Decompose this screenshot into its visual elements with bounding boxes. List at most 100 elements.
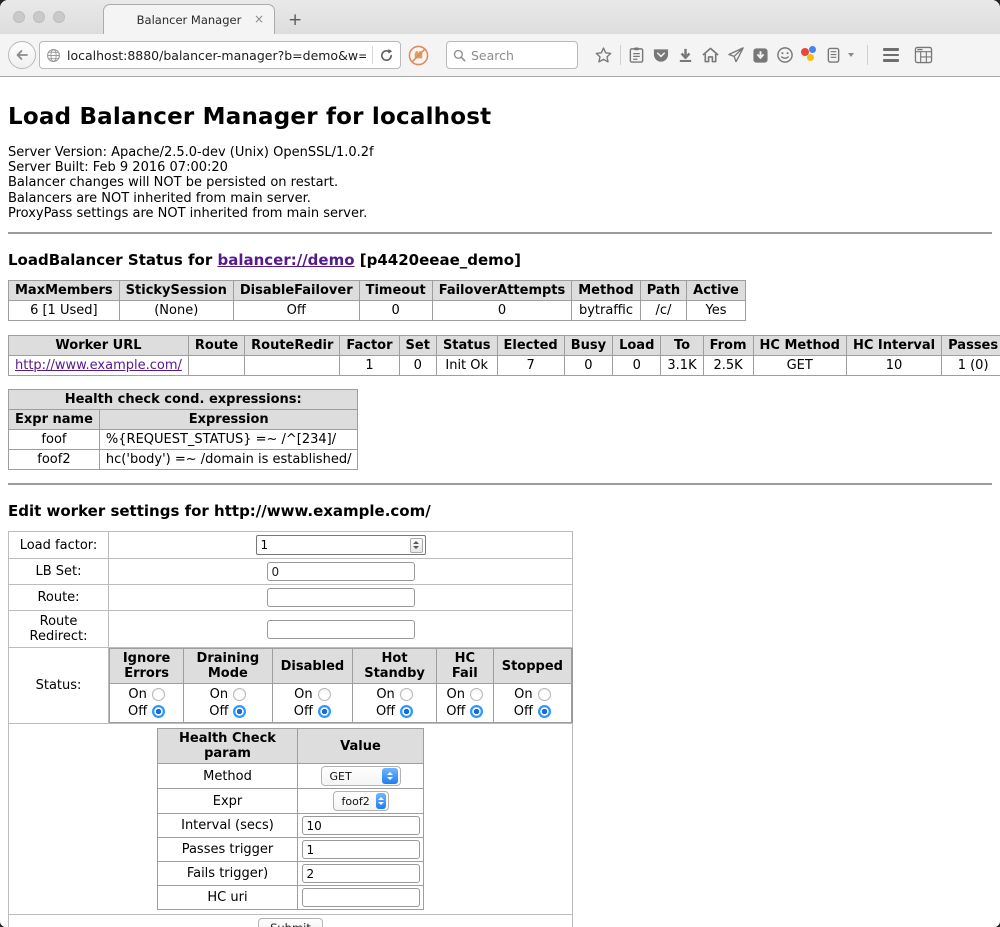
passes-label: Passes trigger — [158, 838, 298, 862]
plugin-blocked-icon[interactable] — [408, 45, 429, 66]
lb-set-input[interactable] — [267, 562, 415, 581]
col-method: Method — [572, 281, 640, 301]
col-expression: Expression — [99, 410, 358, 430]
load-factor-input[interactable] — [257, 537, 410, 553]
form-row-route-redirect: Route Redirect: — [9, 611, 573, 648]
fails-input[interactable] — [302, 864, 420, 883]
interval-input[interactable] — [302, 816, 420, 835]
passes-input[interactable] — [302, 840, 420, 859]
hc-fail-radios: On Off — [436, 684, 493, 723]
number-stepper-icon[interactable] — [410, 538, 423, 553]
loadbalancer-status-heading: LoadBalancer Status for balancer://demo … — [8, 251, 992, 269]
hot-standby-off-radio[interactable] — [400, 705, 413, 718]
apps-grid-icon[interactable] — [914, 46, 933, 64]
dropdown-caret-icon[interactable] — [848, 53, 854, 57]
on-label: On — [447, 686, 465, 703]
home-icon[interactable] — [701, 46, 720, 64]
hc-row-fails: Fails trigger) — [158, 862, 424, 886]
stopped-radios: On Off — [493, 684, 571, 723]
off-label: Off — [376, 703, 395, 720]
col-load: Load — [613, 336, 661, 356]
cell-stickysession: (None) — [119, 301, 233, 321]
menu-icon[interactable] — [883, 48, 899, 62]
form-row-lb-set: LB Set: — [9, 559, 573, 585]
search-icon — [453, 49, 466, 62]
hc-row-expr: Expr foof2 — [158, 789, 424, 814]
stopped-off-radio[interactable] — [538, 705, 551, 718]
fails-label: Fails trigger) — [158, 862, 298, 886]
reading-list-icon[interactable] — [628, 46, 645, 64]
stopped-on-radio[interactable] — [538, 688, 551, 701]
zoom-window-button[interactable] — [53, 11, 65, 23]
col-from: From — [703, 336, 753, 356]
ignore-errors-off-radio[interactable] — [152, 705, 165, 718]
minimize-window-button[interactable] — [33, 11, 45, 23]
route-label: Route: — [9, 585, 109, 611]
divider — [8, 483, 992, 485]
on-label: On — [210, 686, 228, 703]
cell-active: Yes — [687, 301, 746, 321]
ignore-errors-on-radio[interactable] — [152, 688, 165, 701]
url-input[interactable] — [67, 48, 366, 63]
method-select[interactable]: GET — [321, 766, 401, 786]
hc-uri-input[interactable] — [302, 888, 420, 907]
bookmark-star-icon[interactable] — [594, 46, 613, 65]
back-button[interactable] — [8, 41, 36, 69]
search-bar[interactable] — [446, 41, 578, 69]
expr-row: foof %{REQUEST_STATUS} =~ /^[234]/ — [9, 430, 358, 450]
route-input[interactable] — [267, 588, 415, 607]
hc-fail-on-radio[interactable] — [470, 688, 483, 701]
close-window-button[interactable] — [13, 11, 25, 23]
col-hc-value: Value — [298, 729, 424, 764]
page-content: Load Balancer Manager for localhost Serv… — [0, 77, 1000, 927]
col-passes: Passes — [942, 336, 1000, 356]
draining-mode-on-radio[interactable] — [233, 688, 246, 701]
expr-select[interactable]: foof2 — [333, 791, 389, 811]
tab-balancer-manager[interactable]: Balancer Manager × — [103, 4, 275, 34]
pocket-icon[interactable] — [652, 47, 670, 64]
downloads-panel-icon[interactable] — [752, 47, 769, 64]
cell-set: 0 — [399, 356, 436, 376]
col-stopped: Stopped — [493, 649, 571, 684]
cell-route — [188, 356, 244, 376]
url-bar[interactable] — [39, 41, 401, 69]
edit-worker-heading: Edit worker settings for http://www.exam… — [8, 502, 992, 520]
ignore-errors-radios: On Off — [110, 684, 184, 723]
route-redirect-input[interactable] — [267, 620, 415, 639]
cell-timeout: 0 — [359, 301, 432, 321]
submit-button[interactable]: Submit — [258, 918, 323, 927]
form-row-submit: Submit — [9, 915, 573, 927]
cell-expression: hc('body') =~ /domain is established/ — [99, 450, 358, 470]
share-plane-icon[interactable] — [727, 46, 745, 64]
expr-row: foof2 hc('body') =~ /domain is establish… — [9, 450, 358, 470]
hot-standby-on-radio[interactable] — [400, 688, 413, 701]
off-label: Off — [209, 703, 228, 720]
proxypass-note-line: ProxyPass settings are NOT inherited fro… — [8, 206, 992, 221]
cell-passes: 1 (0) — [942, 356, 1000, 376]
new-tab-button[interactable]: + — [288, 10, 302, 30]
worker-url-link[interactable]: http://www.example.com/ — [15, 358, 182, 373]
list-panel-icon[interactable] — [826, 46, 841, 64]
tab-close-icon[interactable]: × — [254, 12, 264, 26]
col-maxmembers: MaxMembers — [9, 281, 120, 301]
draining-mode-off-radio[interactable] — [233, 705, 246, 718]
select-stepper-icon — [382, 768, 398, 784]
disabled-on-radio[interactable] — [318, 688, 331, 701]
download-icon[interactable] — [677, 47, 694, 64]
hc-row-uri: HC uri — [158, 886, 424, 910]
colorful-extension-icon[interactable] — [801, 46, 819, 64]
off-label: Off — [446, 703, 465, 720]
disabled-off-radio[interactable] — [318, 705, 331, 718]
site-globe-icon[interactable] — [46, 48, 61, 63]
balancer-demo-link[interactable]: balancer://demo — [217, 251, 354, 269]
search-input[interactable] — [471, 48, 571, 63]
form-row-health-check: Health Check param Value Method GET — [9, 724, 573, 915]
reload-icon[interactable] — [379, 48, 394, 63]
hc-fail-off-radio[interactable] — [470, 705, 483, 718]
feedback-smiley-icon[interactable] — [776, 46, 794, 64]
cell-path: /c/ — [640, 301, 686, 321]
health-check-param-table: Health Check param Value Method GET — [157, 728, 424, 910]
hc-row-interval: Interval (secs) — [158, 814, 424, 838]
tab-bar: Balancer Manager × + — [0, 0, 1000, 34]
expr-select-value: foof2 — [342, 795, 370, 808]
